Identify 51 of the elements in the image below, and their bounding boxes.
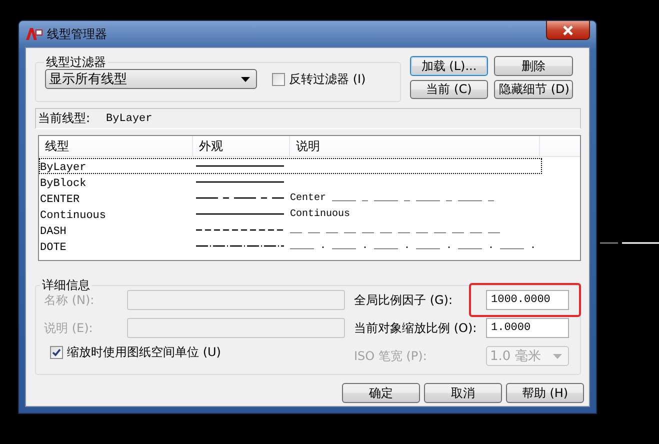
checkbox[interactable] <box>50 346 63 359</box>
current-linetype-value: ByLayer <box>106 112 152 124</box>
button[interactable]: 加载 (L)... <box>410 56 488 76</box>
dropdown-arrow-icon <box>553 354 562 358</box>
close-button[interactable] <box>546 21 590 40</box>
linetype-name: DASH <box>40 226 66 238</box>
checkbox-label[interactable]: 缩放时使用图纸空间单位 (U) <box>67 344 221 361</box>
list-row[interactable]: DASH __ __ __ __ __ __ __ __ __ __ __ __ <box>39 222 542 238</box>
linetype-name: Continuous <box>40 210 106 222</box>
linetype-name: CENTER <box>40 194 80 206</box>
linetype-name: ByLayer <box>40 162 86 174</box>
column-header[interactable]: 线型 <box>39 136 193 156</box>
linetype-description: Center ____ _ ____ _ ____ _ ____ _ <box>290 192 494 204</box>
button[interactable]: 确定 <box>342 383 420 403</box>
checkbox-label[interactable]: 反转过滤器 (I) <box>289 70 366 88</box>
linetype-name: ByBlock <box>40 178 86 190</box>
field-label: ISO 笔宽 (P): <box>354 348 428 364</box>
field-label: 说明 (E): <box>43 320 94 336</box>
field-label: 当前对象缩放比例 (O): <box>354 320 478 336</box>
group-label: 详细信息 <box>41 277 91 294</box>
list-row[interactable]: ByBlock <box>39 174 542 190</box>
linetype-description: Continuous <box>290 208 350 220</box>
input-field[interactable]: 1000.0000 <box>486 290 569 310</box>
column-header[interactable]: 外观 <box>193 136 290 156</box>
input-field[interactable]: 1.0000 <box>486 318 569 338</box>
close-icon <box>562 24 574 36</box>
column-header[interactable]: 说明 <box>290 136 540 156</box>
current-linetype-label: 当前线型: <box>38 110 90 127</box>
app-logo-icon <box>25 27 43 41</box>
list-row[interactable]: Continuous Continuous <box>39 206 542 222</box>
dropdown-arrow-icon <box>241 76 250 82</box>
field-label: 名称 (N): <box>43 292 96 308</box>
group-label: 线型过滤器 <box>45 54 107 71</box>
button[interactable]: 当前 (C) <box>410 80 488 99</box>
filter-dropdown[interactable]: 显示所有线型 <box>45 69 257 89</box>
linetype-description: ____ . ____ . ____ . ____ . ____ . ____ . <box>290 240 536 252</box>
button[interactable]: 取消 <box>424 383 502 403</box>
window-title: 线型管理器 <box>47 26 107 42</box>
button[interactable]: 帮助 (H) <box>506 383 584 403</box>
button[interactable]: 删除 <box>494 56 573 76</box>
input-field[interactable] <box>127 318 345 338</box>
linetype-description: __ __ __ __ __ __ __ __ __ __ __ __ <box>290 224 500 236</box>
linetype-name: DOTE <box>40 242 66 254</box>
list-row[interactable]: CENTER Center ____ _ ____ _ ____ _ ____ _ <box>39 190 542 206</box>
list-row[interactable]: ByLayer <box>39 158 542 174</box>
field-label: 全局比例因子 (G): <box>354 292 454 308</box>
list-row[interactable]: DOTE ____ . ____ . ____ . ____ . ____ . ____ . <box>39 238 542 254</box>
button[interactable]: 隐藏细节 (D) <box>494 80 573 99</box>
checkbox[interactable] <box>272 72 285 86</box>
drawing-line <box>600 242 659 244</box>
input-field[interactable] <box>127 290 345 310</box>
